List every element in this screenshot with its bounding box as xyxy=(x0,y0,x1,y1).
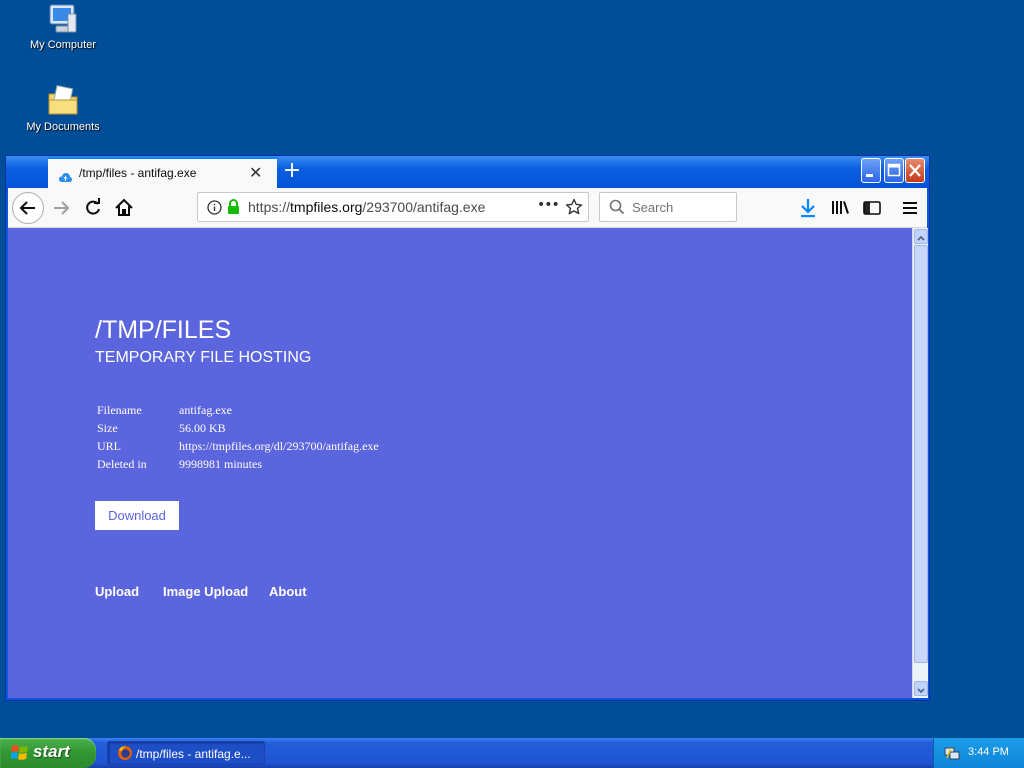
bookmark-star-icon[interactable] xyxy=(565,198,583,220)
home-button[interactable] xyxy=(111,195,137,221)
search-bar[interactable]: Search xyxy=(599,192,737,222)
system-tray: 3:44 PM xyxy=(933,738,1024,768)
page-content: /TMP/FILES TEMPORARY FILE HOSTING Filena… xyxy=(8,228,912,698)
table-row: Deleted in 9998981 minutes xyxy=(95,455,381,473)
info-value: antifag.exe xyxy=(179,402,232,417)
windows-logo-icon xyxy=(10,744,29,766)
file-info-table: Filename antifag.exe Size 56.00 KB URL http… xyxy=(95,401,381,473)
download-button[interactable]: Download xyxy=(95,501,179,530)
close-icon xyxy=(909,164,921,177)
info-value: 56.00 KB xyxy=(179,420,226,435)
image-upload-link[interactable]: Image Upload xyxy=(163,584,248,599)
chevron-down-icon xyxy=(917,688,925,694)
info-value: https://tmpfiles.org/dl/293700/antifag.e… xyxy=(179,438,379,453)
about-link[interactable]: About xyxy=(269,584,307,599)
tab-active[interactable]: /tmp/files - antifag.exe ✕ xyxy=(48,157,277,188)
network-icon[interactable] xyxy=(944,745,960,765)
reload-icon xyxy=(86,198,100,215)
info-key: Filename xyxy=(97,402,142,417)
maximize-icon xyxy=(887,163,901,177)
desktop-icon-label: My Documents xyxy=(26,121,100,133)
url-text[interactable]: https://tmpfiles.org/293700/antifag.exe xyxy=(248,199,485,215)
title-bar[interactable]: /tmp/files - antifag.exe ✕ + xyxy=(6,156,929,188)
start-button[interactable]: start xyxy=(0,738,96,768)
start-label: start xyxy=(33,742,70,761)
taskbar-window-button[interactable]: /tmp/files - antifag.e... xyxy=(107,741,265,765)
vertical-scrollbar[interactable] xyxy=(912,228,928,698)
documents-folder-icon xyxy=(48,84,78,115)
address-bar[interactable]: https://tmpfiles.org/293700/antifag.exe … xyxy=(197,192,589,222)
tab-close-icon[interactable]: ✕ xyxy=(249,163,262,182)
menu-button[interactable] xyxy=(897,195,923,221)
taskbar: start /tmp/files - antifag.e... 3:44 PM xyxy=(0,738,1024,768)
desktop-icon-my-computer[interactable]: My Computer xyxy=(18,2,108,51)
url-host: tmpfiles.org xyxy=(290,199,363,215)
info-value: 9998981 minutes xyxy=(179,456,262,471)
chevron-up-icon xyxy=(917,235,925,241)
downloads-button[interactable] xyxy=(795,195,821,221)
search-placeholder: Search xyxy=(632,200,674,215)
upload-link[interactable]: Upload xyxy=(95,584,139,599)
minimize-button[interactable] xyxy=(861,158,881,183)
scroll-up-button[interactable] xyxy=(914,229,928,244)
firefox-icon xyxy=(117,745,133,765)
cloud-upload-icon xyxy=(59,168,72,187)
browser-window: /tmp/files - antifag.exe ✕ + https://tmp… xyxy=(5,155,930,701)
library-button[interactable] xyxy=(827,195,853,221)
hamburger-menu-icon xyxy=(903,202,917,214)
table-row: URL https://tmpfiles.org/dl/293700/antifa… xyxy=(95,437,381,455)
page-actions-button[interactable]: ••• xyxy=(537,197,560,213)
clock[interactable]: 3:44 PM xyxy=(968,746,1009,758)
table-row: Filename antifag.exe xyxy=(95,401,381,419)
page-title: /TMP/FILES xyxy=(95,316,232,344)
desktop-icon-my-documents[interactable]: My Documents xyxy=(18,84,108,133)
reload-button[interactable] xyxy=(80,195,106,221)
url-path: /293700/antifag.exe xyxy=(362,199,486,215)
computer-icon xyxy=(49,4,77,33)
sidebar-toggle-button[interactable] xyxy=(859,195,885,221)
library-icon xyxy=(832,201,849,214)
minimize-icon xyxy=(866,174,873,177)
home-icon xyxy=(115,198,133,216)
new-tab-button[interactable]: + xyxy=(280,158,304,184)
maximize-button[interactable] xyxy=(884,158,904,183)
download-arrow-icon xyxy=(801,199,815,218)
lock-icon[interactable] xyxy=(227,199,240,219)
info-key: URL xyxy=(97,438,121,453)
page-subtitle: TEMPORARY FILE HOSTING xyxy=(95,349,312,366)
table-row: Size 56.00 KB xyxy=(95,419,381,437)
search-icon xyxy=(609,199,625,219)
forward-button[interactable] xyxy=(49,195,75,221)
sidebar-icon xyxy=(863,201,881,215)
info-key: Deleted in xyxy=(97,456,147,471)
back-arrow-icon xyxy=(19,201,35,215)
info-key: Size xyxy=(97,420,118,435)
navigation-toolbar: https://tmpfiles.org/293700/antifag.exe … xyxy=(8,188,927,228)
desktop-icon-label: My Computer xyxy=(29,39,97,51)
taskbar-window-title: /tmp/files - antifag.e... xyxy=(136,747,251,761)
scroll-thumb[interactable] xyxy=(914,245,928,663)
info-icon[interactable] xyxy=(207,200,222,219)
forward-arrow-icon xyxy=(54,201,70,215)
url-scheme: https:// xyxy=(248,199,291,215)
scroll-down-button[interactable] xyxy=(914,681,928,696)
tab-title: /tmp/files - antifag.exe xyxy=(79,166,197,180)
back-button[interactable] xyxy=(12,192,44,224)
close-window-button[interactable] xyxy=(905,158,925,183)
